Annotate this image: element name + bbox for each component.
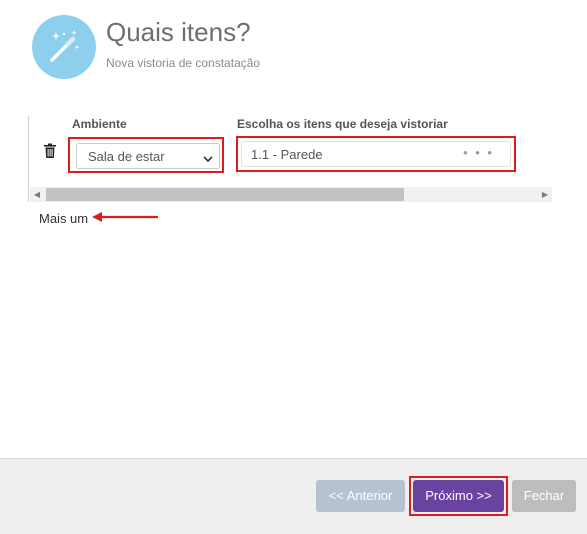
scroll-right-icon[interactable]: ▶ [538,187,552,202]
previous-button[interactable]: << Anterior [316,480,405,512]
highlight-next [409,476,508,516]
column-header-ambiente: Ambiente [72,117,127,131]
page-title: Quais itens? [106,17,251,47]
annotation-arrow-icon [92,212,158,222]
close-button[interactable]: Fechar [512,480,576,512]
scroll-left-icon[interactable]: ◀ [30,187,44,202]
trash-icon[interactable] [43,143,57,159]
highlight-itens [236,136,516,172]
column-header-itens: Escolha os itens que deseja vistoriar [237,117,448,131]
scroll-thumb[interactable] [46,188,404,201]
highlight-ambiente [68,137,224,173]
horizontal-scrollbar[interactable]: ◀ ▶ [30,187,552,202]
grid-border [28,116,29,202]
add-more-link[interactable]: Mais um [39,211,88,226]
magic-wand-icon [32,15,96,79]
page-subtitle: Nova vistoria de constatação [106,56,261,70]
